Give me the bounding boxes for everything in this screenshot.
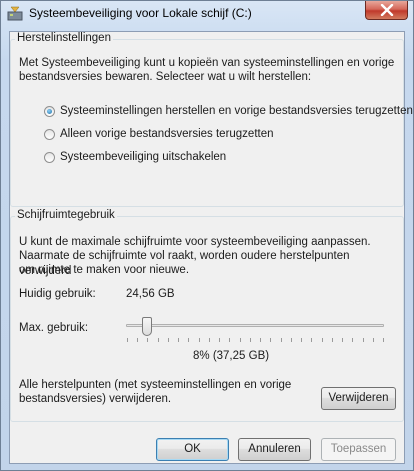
apply-button[interactable]: Toepassen [321,438,396,461]
dialog-body: Herstelinstellingen Met Systeembeveiligi… [9,31,413,464]
slider-tick [342,338,344,342]
slider-tick [208,338,210,342]
delete-restore-points-button[interactable]: Verwijderen [321,387,396,410]
radio-button-checked[interactable] [44,106,55,117]
slider-tick [280,338,282,342]
slider-tick [270,338,272,342]
max-usage-slider-track[interactable] [126,324,384,327]
slider-tick [239,338,241,342]
slider-tick [260,338,262,342]
slider-tick [301,338,303,342]
system-protection-icon [7,6,23,22]
title-bar[interactable]: Systeembeveiliging voor Lokale schijf (C… [1,1,413,27]
disk-usage-description-line3: om ruimte te maken voor nieuwe. [19,264,190,276]
restore-settings-title: Herstelinstellingen [15,32,113,44]
window-title: Systeembeveiliging voor Lokale schijf (C… [29,6,252,20]
slider-tick [219,338,221,342]
slider-tick [137,338,139,342]
max-usage-slider-thumb[interactable] [141,317,152,336]
disk-usage-description-line1: U kunt de maximale schijfruimte voor sys… [19,236,371,248]
restore-description-line1: Met Systeembeveiliging kunt u kopieën va… [19,57,395,69]
slider-tick [198,338,200,342]
current-usage-label: Huidig gebruik: [19,288,96,300]
ok-button[interactable]: OK [156,438,229,461]
close-icon [380,4,394,16]
slider-tick [362,338,364,342]
disk-usage-title: Schijfruimtegebruik [15,209,117,221]
slider-tick [167,338,169,342]
delete-description-line2: bestandsversies) verwijderen. [19,393,172,405]
radio-button[interactable] [44,152,55,163]
radio-button[interactable] [44,129,55,140]
slider-tick [321,338,323,342]
slider-tick [147,338,149,342]
slider-tick [331,338,333,342]
slider-tick [290,338,292,342]
restore-description-line2: bestandsversies bewaren. Selecteer wat u… [19,71,312,83]
max-usage-value: 8% (37,25 GB) [193,350,270,362]
current-usage-value: 24,56 GB [126,288,175,300]
slider-tick [188,338,190,342]
dialog-window: Systeembeveiliging voor Lokale schijf (C… [0,0,414,471]
slider-tick [157,338,159,342]
slider-tick [127,338,128,342]
slider-tick [383,338,384,342]
close-button[interactable] [365,1,408,20]
slider-tick [249,338,251,342]
slider-tick [229,338,231,342]
slider-tick [372,338,374,342]
slider-tick [311,338,313,342]
delete-description-line1: Alle herstelpunten (met systeeminstellin… [19,379,292,391]
slider-tick [352,338,354,342]
slider-tick [178,338,180,342]
cancel-button[interactable]: Annuleren [238,438,311,461]
max-usage-label: Max. gebruik: [19,322,89,334]
